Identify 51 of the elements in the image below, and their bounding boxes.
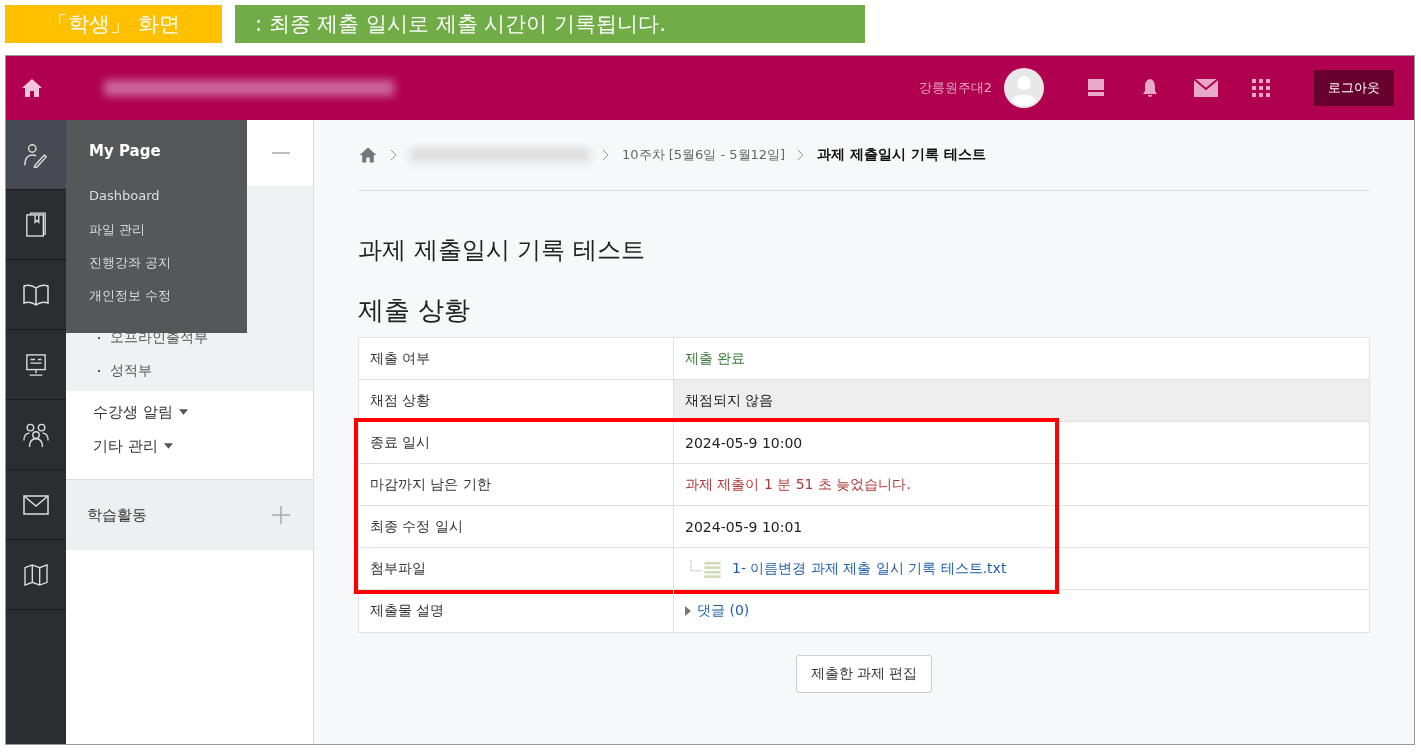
home-icon[interactable]	[20, 76, 44, 100]
table-cell-text: 제출 완료	[684, 348, 747, 368]
user-name[interactable]: 강릉원주대2	[918, 79, 992, 97]
dropdown-item[interactable]: 개인정보 수정	[89, 287, 247, 320]
table-cell-text: 2024-05-9 10:00	[684, 433, 804, 453]
table-cell-text: 과제 제출이 1 분 51 초 늦었습니다.	[684, 474, 912, 494]
breadcrumb-link[interactable]: 10주차 [5월6일 - 5월12일]	[622, 146, 786, 164]
panel-icon[interactable]	[1086, 78, 1106, 98]
expand-triangle-icon[interactable]	[685, 606, 691, 616]
home-icon[interactable]	[358, 145, 378, 165]
table-cell: 제출물 설명	[359, 590, 674, 632]
book-icon	[25, 211, 47, 238]
person-pen-icon	[23, 141, 49, 168]
apps-grid-icon[interactable]	[1252, 79, 1270, 97]
sub-menu-item[interactable]: 성적부	[110, 361, 152, 380]
breadcrumb-current: 과제 제출일시 기록 테스트	[817, 146, 986, 164]
caret-icon	[163, 443, 173, 449]
edit-submission-button[interactable]: 제출한 과제 편집	[795, 655, 933, 693]
section-title[interactable]: 학습활동	[87, 505, 147, 525]
table-cell: 제출 여부	[359, 338, 674, 379]
presentation-board-icon	[25, 352, 47, 377]
chevron-icon	[603, 150, 609, 160]
logout-button[interactable]: 로그아웃	[1314, 70, 1394, 106]
comments-link[interactable]: 댓글 (0)	[697, 602, 750, 620]
mail-icon[interactable]	[1194, 79, 1218, 97]
chevron-icon	[391, 150, 397, 160]
map-icon	[24, 563, 48, 586]
table-cell: 최종 수정 일시	[359, 506, 674, 547]
dropdown-item[interactable]: Dashboard	[89, 188, 247, 221]
caret-icon	[178, 409, 188, 415]
file-link[interactable]: 1- 이름변경 과제 제출 일시 기록 테스트.txt	[732, 559, 1007, 578]
table-cell: 채점되지 않음	[674, 380, 1369, 421]
menu-item[interactable]: 수강생 알림	[93, 395, 313, 429]
dropdown-item[interactable]: 진행강좌 공지	[89, 254, 247, 287]
open-book-icon	[22, 282, 50, 307]
table-cell: 마감까지 남은 기한	[359, 464, 674, 505]
bell-icon[interactable]	[1140, 78, 1160, 98]
dropdown-item[interactable]: 파일 관리	[89, 221, 247, 254]
table-cell-text: 2024-05-9 10:01	[684, 517, 804, 537]
menu-title: My Page	[89, 142, 162, 160]
menu-item[interactable]: 기타 관리	[93, 429, 313, 463]
mail-icon	[23, 494, 49, 515]
page-title: 과제 제출일시 기록 테스트	[358, 235, 646, 266]
section-heading: 제출 상황	[358, 294, 472, 327]
people-icon	[22, 421, 50, 448]
table-cell: 종료 일시	[359, 422, 674, 463]
annotation-note: : 최종 제출 일시로 제출 시간이 기록됩니다.	[235, 5, 865, 43]
chevron-icon	[798, 150, 805, 160]
annotation-label: 「학생」 화면	[5, 5, 222, 43]
avatar-icon[interactable]	[1004, 68, 1044, 108]
table-cell: 첨부파일	[359, 548, 674, 589]
